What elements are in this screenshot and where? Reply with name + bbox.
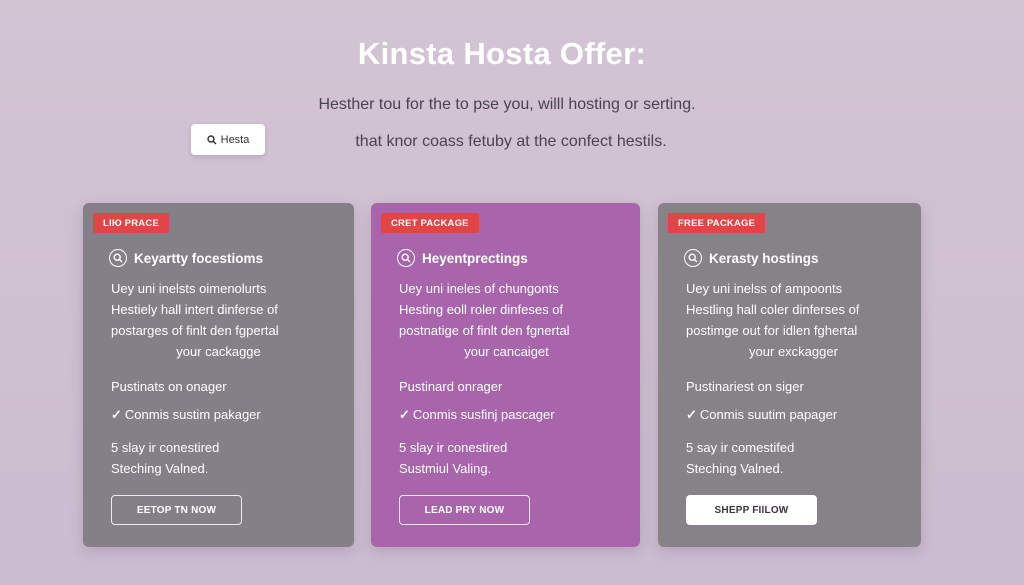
cta-button[interactable]: EETOP TN NOW [111,495,242,525]
check-icon: ✓ [111,407,122,422]
feature-2-text: Conmis susfinj pascager [412,407,555,422]
desc-line: postnatige of finlt den fgnertal [399,323,570,338]
feature-3-line-2: Steching Valned. [686,461,784,476]
desc-line: your exckagger [749,344,838,359]
card-heading: Kerasty hostings [684,249,819,267]
intro-text-line-2: that knor coass fetuby at the confect he… [355,133,667,150]
check-icon: ✓ [399,407,410,422]
feature-2: ✓ Conmis sustim pakager [111,407,261,423]
search-circle-icon [109,249,127,267]
desc-line: your cancaiget [464,344,549,359]
feature-2: ✓ Conmis susfinj pascager [399,407,555,423]
desc-line: your cackagge [176,344,261,359]
feature-1: Pustinariest on siger [686,379,804,394]
card-description: Uey uni inelss of ampoonts Hestling hall… [686,278,901,362]
pricing-card-3: FREE PACKAGE Kerasty hostings Uey uni in… [658,203,921,547]
desc-line: postimge out for idlen fghertal [686,323,858,338]
desc-line: Uey uni inelss of ampoonts [686,281,843,296]
card-heading: Keyartty focestioms [109,249,263,267]
feature-2: ✓ Conmis suutim papager [686,407,837,423]
desc-line: postarges of finlt den fgpertal [111,323,279,338]
feature-3-line-2: Steching Valned. [111,461,209,476]
card-badge: FREE PACKAGE [668,213,766,233]
pricing-card-1: LIЮ PRACE Keyartty focestioms Uey uni in… [83,203,354,547]
feature-3: 5 say ir comestifed Steching Valned. [686,437,794,479]
intro-text-line-1: Hesther tou for the to pse you, willl ho… [318,96,696,113]
search-circle-icon [684,249,702,267]
feature-3-line-1: 5 slay ir conestired [111,440,220,455]
feature-3-line-1: 5 slay ir conestired [399,440,508,455]
desc-line: Uey uni inelsts oimenolurts [111,281,267,296]
search-circle-icon [397,249,415,267]
cta-button[interactable]: SHEPP FIILOW [686,495,817,525]
search-icon [206,134,217,144]
card-heading: Heyentprectings [397,249,528,267]
card-heading-text: Kerasty hostings [709,250,819,266]
page-title: Kinsta Hosta Offer: [357,36,647,71]
feature-3: 5 slay ir conestired Sustmiul Valing. [399,437,507,479]
feature-2-text: Conmis suutim papager [699,407,838,422]
desc-line: Hestling hall coler dinferses of [686,302,860,317]
desc-line: Hesting eoll roler dinfeses of [399,302,564,317]
feature-3-line-1: 5 say ir comestifed [686,440,795,455]
feature-1: Pustinard onrager [399,379,503,394]
feature-2-text: Conmis sustim pakager [124,407,261,422]
desc-line: Hestiely hall intert dinferse of [111,302,278,317]
desc-line: Uey uni ineles of chungonts [399,281,559,296]
feature-1: Pustinats on onager [111,379,227,394]
cta-button[interactable]: LEAD PRY NOW [399,495,530,525]
pricing-card-2: CRET PACKAGE Heyentprectings Uey uni ine… [371,203,640,547]
search-chip-button[interactable]: Hesta [191,124,265,155]
check-icon: ✓ [686,407,697,422]
card-badge: CRET PACKAGE [381,213,479,233]
search-chip-label: Hesta [220,133,250,146]
card-badge: LIЮ PRACE [93,213,169,233]
feature-3-line-2: Sustmiul Valing. [399,461,492,476]
card-description: Uey uni inelsts oimenolurts Hestiely hal… [111,278,326,362]
feature-3: 5 slay ir conestired Steching Valned. [111,437,219,479]
card-description: Uey uni ineles of chungonts Hesting eoll… [399,278,614,362]
card-heading-text: Heyentprectings [422,250,528,266]
card-heading-text: Keyartty focestioms [134,250,264,266]
